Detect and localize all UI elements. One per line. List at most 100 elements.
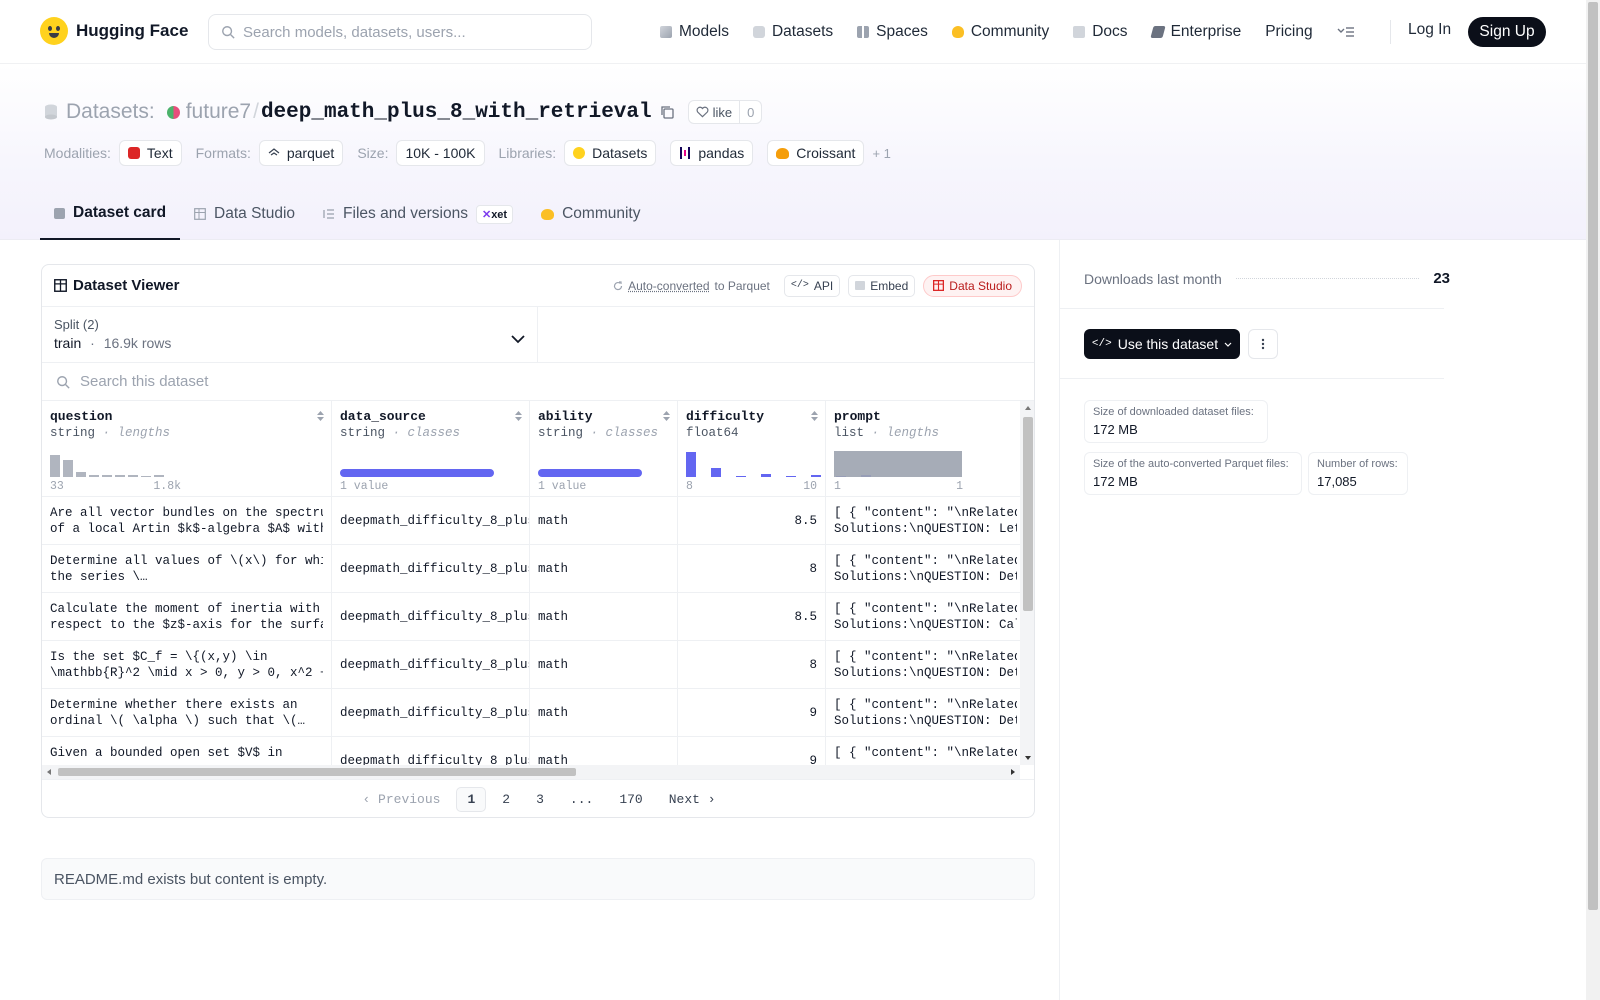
column-header-difficulty[interactable]: difficulty float64 8 10 [678, 401, 871, 497]
breadcrumb-datasets[interactable]: Datasets: [66, 100, 155, 124]
dataset-name[interactable]: deep_math_plus_8_with_retrieval [261, 101, 652, 124]
pagination-page-3[interactable]: 3 [526, 788, 554, 811]
login-link[interactable]: Log In [1408, 21, 1451, 39]
pagination-page-1[interactable]: 1 [456, 787, 487, 812]
tab-dataset-card[interactable]: Dataset card [40, 188, 181, 240]
sort-icon[interactable] [662, 410, 671, 422]
histogram-bar[interactable] [50, 455, 60, 477]
histogram-bar[interactable] [154, 475, 164, 477]
scroll-left-arrow-icon[interactable] [44, 765, 54, 779]
format-chip[interactable]: parquet [258, 140, 344, 166]
signup-button[interactable]: Sign Up [1468, 17, 1546, 47]
table-row[interactable]: Is the set $C_f = \{(x,y) \in \mathbb{R}^… [42, 641, 1020, 689]
cell-difficulty[interactable]: 8.5 [678, 593, 826, 641]
table-horizontal-scrollbar[interactable] [42, 765, 1020, 779]
cell-prompt[interactable]: [ { "content": "\nRelated P [826, 737, 1020, 765]
dataset-search-input[interactable] [80, 373, 580, 390]
scrollbar-thumb[interactable] [1023, 417, 1033, 611]
histogram-bar[interactable] [89, 475, 99, 477]
cell-difficulty[interactable]: 8 [678, 641, 826, 689]
cell-data_source[interactable]: deepmath_difficulty_8_plus [332, 737, 530, 765]
histogram-bar[interactable] [811, 475, 821, 477]
scrollbar-thumb[interactable] [58, 768, 576, 776]
histogram-bar[interactable] [736, 476, 746, 477]
cell-data_source[interactable]: deepmath_difficulty_8_plus [332, 497, 530, 545]
column-header-ability[interactable]: ability string · classes 1 value [530, 401, 678, 497]
sort-icon[interactable] [316, 410, 325, 422]
page-scrollbar[interactable] [1586, 0, 1600, 1000]
cell-data_source[interactable]: deepmath_difficulty_8_plus [332, 641, 530, 689]
column-header-question[interactable]: question string · lengths 33 1.8k [42, 401, 332, 497]
auto-converted-link[interactable]: Auto-converted [628, 279, 709, 293]
scroll-down-arrow-icon[interactable] [1020, 753, 1035, 763]
histogram-bar[interactable] [786, 476, 796, 477]
modality-chip[interactable]: Text [118, 140, 182, 166]
data-studio-button[interactable]: Data Studio [923, 274, 1022, 297]
tab-community[interactable]: Community [527, 188, 654, 240]
histogram-bar[interactable] [711, 468, 721, 477]
embed-button[interactable]: Embed [848, 274, 916, 297]
pagination-page-last[interactable]: 170 [609, 788, 652, 811]
tab-files-and-versions[interactable]: Files and versions ✕xet [309, 188, 527, 240]
library-chip-croissant[interactable]: Croissant [767, 140, 865, 166]
nav-more-menu[interactable] [1337, 26, 1355, 38]
breadcrumb-owner[interactable]: future7 [186, 100, 251, 124]
histogram-bar[interactable] [128, 475, 138, 477]
split-selector[interactable]: Split (2) train · 16.9k rows [42, 307, 538, 363]
cell-difficulty[interactable]: 9 [678, 689, 826, 737]
cell-question[interactable]: Are all vector bundles on the spectrum of… [42, 497, 332, 545]
cell-difficulty[interactable]: 8.5 [678, 497, 826, 545]
cell-ability[interactable]: math [530, 545, 678, 593]
api-button[interactable]: </> API [783, 274, 841, 297]
cell-prompt[interactable]: [ { "content": "\nRelated P Solutions:\nQ… [826, 689, 1020, 737]
table-row[interactable]: Determine whether there exists an ordinal… [42, 689, 1020, 737]
histogram-bar[interactable] [115, 475, 125, 477]
cell-question[interactable]: Calculate the moment of inertia with resp… [42, 593, 332, 641]
copy-icon[interactable] [660, 105, 674, 119]
histogram-bar[interactable] [141, 476, 151, 477]
cell-question[interactable]: Is the set $C_f = \{(x,y) \in \mathbb{R}^… [42, 641, 332, 689]
table-vertical-scrollbar[interactable] [1020, 401, 1035, 765]
histogram-bar[interactable] [686, 452, 696, 477]
nav-community[interactable]: Community [951, 23, 1049, 41]
class-bar[interactable] [340, 469, 494, 477]
cell-question[interactable]: Determine all values of \(x\) for which t… [42, 545, 332, 593]
cell-data_source[interactable]: deepmath_difficulty_8_plus [332, 593, 530, 641]
pagination-previous[interactable]: ‹ Previous [352, 788, 450, 811]
pagination-page-2[interactable]: 2 [492, 788, 520, 811]
global-search[interactable] [208, 14, 592, 50]
cell-data_source[interactable]: deepmath_difficulty_8_plus [332, 545, 530, 593]
cell-prompt[interactable]: [ { "content": "\nRelated P Solutions:\nQ… [826, 593, 1020, 641]
cell-prompt[interactable]: [ { "content": "\nRelated P Solutions:\nQ… [826, 641, 1020, 689]
table-row[interactable]: Given a bounded open set $V$ in deepmath_… [42, 737, 1020, 765]
nav-pricing[interactable]: Pricing [1265, 23, 1312, 41]
like-button[interactable]: like 0 [687, 100, 763, 124]
scroll-right-arrow-icon[interactable] [1008, 765, 1018, 779]
histogram-bar[interactable] [834, 451, 962, 477]
sort-icon[interactable] [514, 410, 523, 422]
nav-models[interactable]: Models [660, 23, 729, 41]
cell-difficulty[interactable]: 8 [678, 545, 826, 593]
scrollbar-thumb[interactable] [1588, 2, 1598, 910]
global-search-input[interactable] [243, 23, 573, 41]
nav-docs[interactable]: Docs [1073, 23, 1128, 41]
cell-ability[interactable]: math [530, 689, 678, 737]
library-chip-pandas[interactable]: pandas [670, 140, 754, 166]
size-chip[interactable]: 10K - 100K [396, 140, 485, 166]
dataset-search[interactable] [42, 363, 1034, 401]
sort-icon[interactable] [810, 410, 819, 422]
histogram-bar[interactable] [63, 460, 73, 477]
cell-question[interactable]: Determine whether there exists an ordinal… [42, 689, 332, 737]
column-header-data_source[interactable]: data_source string · classes 1 value [332, 401, 530, 497]
table-row[interactable]: Determine all values of \(x\) for which t… [42, 545, 1020, 593]
brand-logo[interactable]: Hugging Face [40, 17, 188, 45]
nav-enterprise[interactable]: Enterprise [1149, 23, 1241, 41]
table-row[interactable]: Are all vector bundles on the spectrum of… [42, 497, 1020, 545]
cell-ability[interactable]: math [530, 641, 678, 689]
histogram-bar[interactable] [102, 475, 112, 477]
histogram-bar[interactable] [761, 474, 771, 477]
cell-ability[interactable]: math [530, 497, 678, 545]
scroll-up-arrow-icon[interactable] [1020, 403, 1035, 413]
cell-ability[interactable]: math [530, 737, 678, 765]
nav-spaces[interactable]: Spaces [857, 23, 928, 41]
